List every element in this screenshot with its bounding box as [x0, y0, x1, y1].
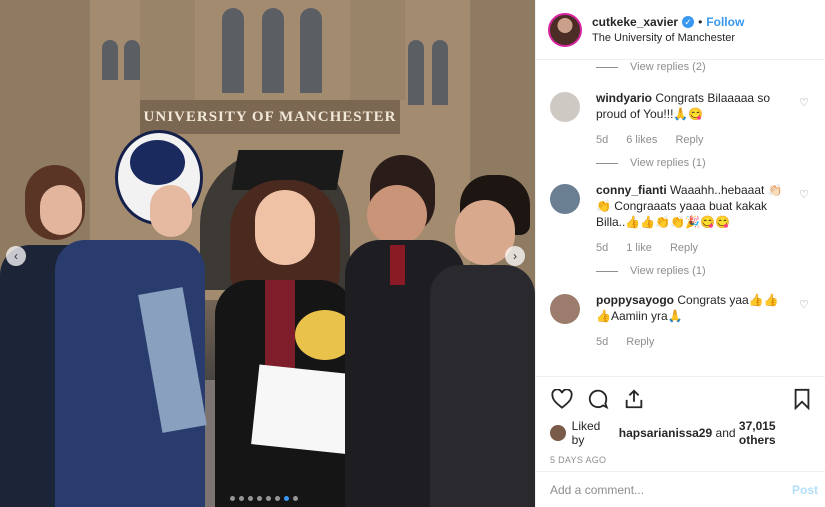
author-avatar[interactable] [548, 12, 582, 47]
comment-bubble-icon[interactable] [586, 387, 610, 411]
comment-likes[interactable]: 1 like [626, 240, 652, 256]
bookmark-icon[interactable] [790, 387, 814, 411]
post-photo[interactable]: UNIVERSITY OF MANCHESTER ‹ › [0, 0, 535, 507]
commenter-username[interactable]: conny_fianti [596, 183, 667, 197]
comment-item: poppysayogo Congrats yaa👍👍 👍Aamiin yra🙏 … [536, 292, 825, 350]
post-actions: Liked by hapsarianissa29 and 37,015 othe… [536, 376, 825, 465]
view-replies-link[interactable]: View replies (1) [536, 262, 825, 280]
separator-dot: • [698, 15, 703, 29]
carousel-dot [266, 496, 271, 501]
commenter-avatar[interactable] [550, 92, 580, 122]
building-window [124, 40, 140, 80]
building-turret-right [350, 0, 405, 100]
post-side-panel: cutkeke_xavier ✓ • Follow The University… [535, 0, 825, 507]
liked-by-prefix: Liked by [571, 419, 601, 447]
building-window [262, 8, 284, 93]
reply-button[interactable]: Reply [626, 334, 654, 350]
comment-time[interactable]: 5d [596, 334, 608, 350]
carousel-dot [239, 496, 244, 501]
view-replies-link[interactable]: View replies (1) [536, 154, 825, 172]
replies-line [596, 66, 618, 68]
post-location[interactable]: The University of Manchester [592, 32, 744, 44]
comments-list[interactable]: View replies (2) windyario Congrats Bila… [536, 60, 825, 376]
post-comment-button[interactable]: Post [792, 483, 818, 497]
commenter-avatar[interactable] [550, 184, 580, 214]
post-header: cutkeke_xavier ✓ • Follow The University… [536, 0, 825, 60]
comment-time[interactable]: 5d [596, 240, 608, 256]
liked-by-row: Liked by hapsarianissa29 and 37,015 othe… [550, 419, 814, 447]
building-turret-center [140, 0, 195, 100]
commenter-avatar[interactable] [550, 294, 580, 324]
building-window [408, 40, 424, 105]
carousel-dot [257, 496, 262, 501]
person-hat-woman [55, 130, 207, 507]
replies-line [596, 162, 618, 164]
carousel-dot [230, 496, 235, 501]
carousel-dot [293, 496, 298, 501]
verified-badge-icon: ✓ [682, 16, 695, 28]
university-sign: UNIVERSITY OF MANCHESTER [140, 100, 400, 134]
likes-others-count[interactable]: 37,015 others [739, 419, 814, 447]
comment-time[interactable]: 5d [596, 132, 608, 148]
carousel-dot [275, 496, 280, 501]
commenter-username[interactable]: windyario [596, 91, 652, 105]
liked-by-and: and [715, 426, 736, 440]
post-date[interactable]: 5 DAYS AGO [550, 455, 814, 465]
carousel-dot [248, 496, 253, 501]
building-window [102, 40, 118, 80]
comment-input[interactable] [550, 482, 792, 497]
building-window [300, 8, 322, 93]
comment-item: conny_fianti Waaahh..hebaaat 👏🏻👏 Congraa… [536, 182, 825, 256]
liker-username[interactable]: hapsarianissa29 [619, 426, 712, 440]
carousel-next-button[interactable]: › [505, 246, 525, 266]
building-window [222, 8, 244, 93]
comment-item: windyario Congrats Bilaaaaa so proud of … [536, 90, 825, 148]
person-graduate [205, 150, 369, 507]
view-replies-label: View replies (2) [630, 61, 706, 73]
view-replies-link[interactable]: View replies (2) [536, 60, 825, 76]
commenter-username[interactable]: poppysayogo [596, 293, 674, 307]
comment-heart-icon[interactable]: ♡ [799, 96, 809, 109]
carousel-dot [284, 496, 289, 501]
comment-likes[interactable]: 6 likes [626, 132, 657, 148]
reply-button[interactable]: Reply [670, 240, 698, 256]
building-window [432, 40, 448, 105]
view-replies-label: View replies (1) [630, 265, 706, 277]
like-heart-icon[interactable] [550, 387, 574, 411]
add-comment-bar: Post [536, 471, 825, 507]
follow-button[interactable]: Follow [706, 15, 744, 29]
reply-button[interactable]: Reply [675, 132, 703, 148]
carousel-indicator [230, 496, 298, 501]
person-boy [430, 175, 535, 507]
view-replies-label: View replies (1) [630, 157, 706, 169]
carousel-prev-button[interactable]: ‹ [6, 246, 26, 266]
liker-avatar[interactable] [550, 425, 566, 441]
replies-line [596, 270, 618, 272]
comment-heart-icon[interactable]: ♡ [799, 298, 809, 311]
share-upload-icon[interactable] [622, 387, 646, 411]
comment-heart-icon[interactable]: ♡ [799, 188, 809, 201]
author-username[interactable]: cutkeke_xavier [592, 15, 678, 29]
